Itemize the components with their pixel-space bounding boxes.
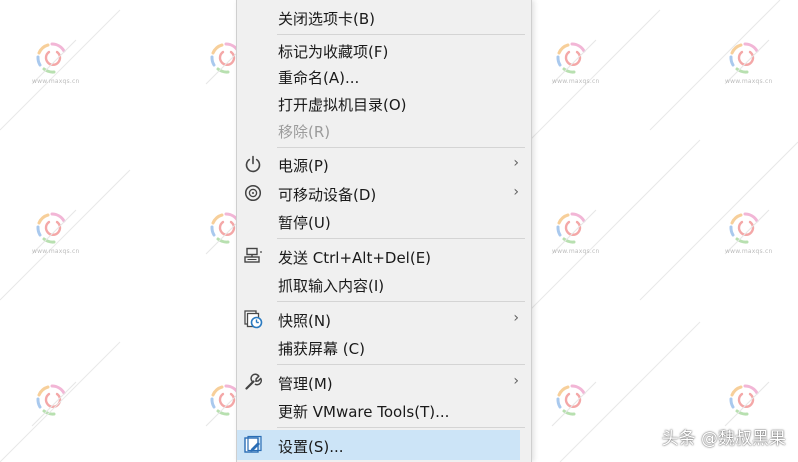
submenu-arrow-icon: › (513, 310, 519, 326)
submenu-arrow-icon: › (513, 184, 519, 200)
menu-item-settings[interactable]: 设置(S)... (237, 430, 520, 460)
wrench-icon (245, 373, 262, 390)
menu-item-mark-favorite[interactable]: 标记为收藏项(F) (237, 37, 531, 64)
menu-separator (277, 34, 525, 35)
menu-item-label: 移除(R) (278, 123, 331, 141)
menu-item-power[interactable]: 电源(P) › (237, 151, 531, 178)
menu-separator (277, 301, 525, 302)
menu-separator (277, 364, 525, 365)
menu-item-update-vmware-tools[interactable]: 更新 VMware Tools(T)... (237, 397, 531, 424)
menu-item-label: 快照(N) (278, 312, 331, 330)
menu-item-label: 更新 VMware Tools(T)... (278, 403, 450, 421)
menu-item-label: 可移动设备(D) (278, 186, 377, 204)
menu-item-removable-devices[interactable]: 可移动设备(D) › (237, 180, 531, 207)
send-keys-icon (244, 247, 262, 263)
menu-item-close-tab[interactable]: 关闭选项卡(B) (237, 4, 531, 31)
watermark-text: www.maxqs.cn (725, 78, 773, 85)
menu-item-manage[interactable]: 管理(M) › (237, 369, 531, 396)
menu-item-label: 标记为收藏项(F) (278, 43, 389, 61)
menu-item-label: 暂停(U) (278, 214, 331, 232)
settings-icon (244, 435, 262, 453)
snapshot-icon (244, 310, 263, 329)
menu-item-snapshot[interactable]: 快照(N) › (237, 306, 531, 333)
submenu-arrow-icon: › (513, 155, 519, 171)
source-credit: 头条 @魏叔黑果 (661, 429, 786, 449)
watermark-text: www.maxqs.cn (32, 78, 80, 85)
menu-item-label: 发送 Ctrl+Alt+Del(E) (278, 249, 432, 267)
watermark-text: www.maxqs.cn (552, 248, 600, 255)
menu-item-label: 重命名(A)... (278, 69, 360, 87)
menu-item-label: 管理(M) (278, 375, 333, 393)
menu-item-label: 设置(S)... (278, 438, 344, 456)
menu-item-label: 捕获屏幕 (C) (278, 340, 365, 358)
watermark-text: www.maxqs.cn (32, 248, 80, 255)
menu-item-capture-screen[interactable]: 捕获屏幕 (C) (237, 334, 531, 361)
vm-context-menu: 关闭选项卡(B) 标记为收藏项(F) 重命名(A)... 打开虚拟机目录(O) … (236, 0, 532, 462)
menu-separator (277, 238, 525, 239)
menu-item-pause[interactable]: 暂停(U) (237, 208, 531, 235)
menu-item-open-vm-directory[interactable]: 打开虚拟机目录(O) (237, 90, 531, 117)
watermark-text: www.maxqs.cn (725, 248, 773, 255)
removable-device-icon (244, 184, 262, 202)
menu-separator (277, 147, 525, 148)
submenu-arrow-icon: › (513, 373, 519, 389)
menu-item-rename[interactable]: 重命名(A)... (237, 63, 531, 90)
menu-item-label: 电源(P) (278, 157, 329, 175)
menu-item-remove[interactable]: 移除(R) (237, 117, 531, 144)
power-icon (245, 155, 261, 173)
menu-item-label: 打开虚拟机目录(O) (278, 96, 407, 114)
menu-item-label: 关闭选项卡(B) (278, 10, 375, 28)
watermark-text: www.maxqs.cn (552, 78, 600, 85)
menu-separator (277, 427, 525, 428)
menu-item-grab-input[interactable]: 抓取输入内容(I) (237, 271, 531, 298)
menu-item-send-ctrl-alt-del[interactable]: 发送 Ctrl+Alt+Del(E) (237, 243, 531, 270)
menu-item-label: 抓取输入内容(I) (278, 277, 385, 295)
